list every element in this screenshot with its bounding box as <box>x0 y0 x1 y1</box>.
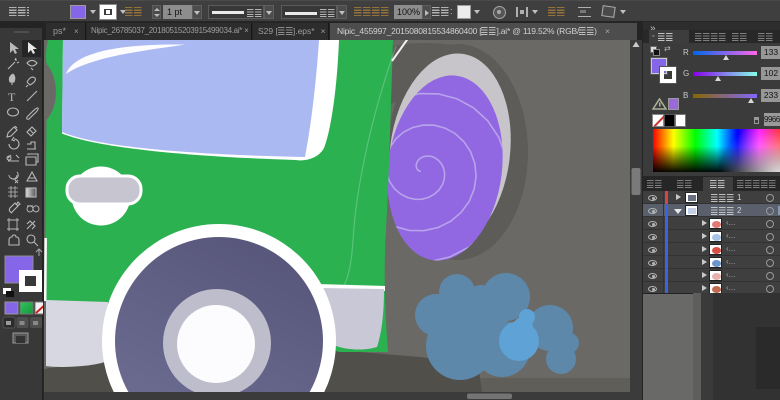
svg-text:T: T <box>8 90 16 104</box>
